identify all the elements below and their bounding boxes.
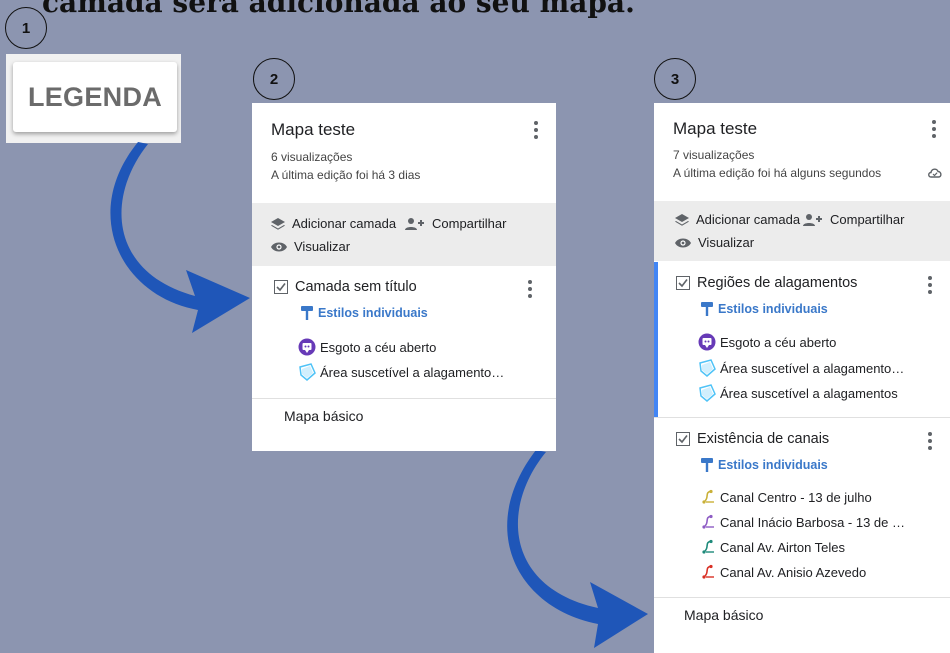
step-badge-3: 3 xyxy=(654,58,696,100)
step-badge-2: 2 xyxy=(253,58,295,100)
views-count: 7 visualizações xyxy=(673,148,755,162)
feature-item-label: Canal Centro - 13 de julho xyxy=(720,489,872,505)
individual-styles-link[interactable]: Estilos individuais xyxy=(700,301,828,317)
layer-menu-kebab-icon[interactable] xyxy=(928,432,932,453)
share-label: Compartilhar xyxy=(830,212,905,227)
legend-screenshot: LEGENDA xyxy=(6,54,181,143)
last-edited: A última edição foi há 3 dias xyxy=(271,168,421,182)
layers-icon xyxy=(271,217,285,230)
basemap-item[interactable]: Mapa básico xyxy=(284,408,363,424)
selected-layer-indicator xyxy=(654,262,658,417)
actions-bar: Adicionar camada Compartilhar Visualizar xyxy=(252,203,556,266)
preview-button[interactable]: Visualizar xyxy=(674,235,754,250)
paint-roller-icon xyxy=(701,302,713,316)
polygon-icon xyxy=(299,363,316,381)
layer-title-text: Regiões de alagamentos xyxy=(697,275,858,291)
feature-item[interactable]: Área suscetível a alagamento… xyxy=(698,359,904,377)
feature-item[interactable]: Canal Inácio Barbosa - 13 de … xyxy=(700,514,905,530)
feature-item[interactable]: Esgoto a céu aberto xyxy=(298,338,436,356)
slide-title: camada será adicionada ao seu mapa. xyxy=(42,0,635,19)
eye-icon xyxy=(675,238,691,247)
map-title[interactable]: Mapa teste xyxy=(271,120,355,140)
preview-button[interactable]: Visualizar xyxy=(270,239,350,254)
step-badge-1: 1 xyxy=(5,7,47,49)
feature-item-label: Canal Av. Anisio Azevedo xyxy=(720,564,867,580)
feature-item[interactable]: Área suscetível a alagamento… xyxy=(298,363,504,381)
layer-title[interactable]: Camada sem título xyxy=(274,279,417,295)
individual-styles-label: Estilos individuais xyxy=(318,306,428,320)
layer-menu-kebab-icon[interactable] xyxy=(528,280,532,301)
line-route-icon xyxy=(702,539,714,554)
actions-bar: Adicionar camada Compartilhar Visualizar xyxy=(654,201,950,261)
add-layer-label: Adicionar camada xyxy=(292,216,397,231)
feature-item-label: Área suscetível a alagamento… xyxy=(320,364,505,380)
sewer-marker-icon xyxy=(298,338,316,356)
feature-item[interactable]: Canal Centro - 13 de julho xyxy=(700,489,872,505)
individual-styles-label: Estilos individuais xyxy=(718,458,828,472)
layer-title-text: Existência de canais xyxy=(697,431,830,447)
feature-item[interactable]: Canal Av. Airton Teles xyxy=(700,539,845,555)
individual-styles-link[interactable]: Estilos individuais xyxy=(300,305,428,321)
paint-roller-icon xyxy=(301,306,313,320)
divider xyxy=(252,398,556,399)
cloud-saved-icon xyxy=(928,168,942,178)
add-layer-button[interactable]: Adicionar camada xyxy=(270,216,396,231)
layer-title-text: Camada sem título xyxy=(295,279,417,295)
person-add-icon xyxy=(803,213,822,226)
feature-item-label: Área suscetível a alagamento… xyxy=(720,360,905,376)
map-menu-kebab-icon[interactable] xyxy=(534,121,538,142)
person-add-icon xyxy=(405,217,424,230)
divider xyxy=(654,417,950,418)
feature-item-label: Canal Av. Airton Teles xyxy=(720,539,846,555)
layer-title[interactable]: Existência de canais xyxy=(676,431,829,447)
layers-icon xyxy=(675,213,689,226)
paint-roller-icon xyxy=(701,458,713,472)
map-panel-2: Mapa teste 6 visualizações A última ediç… xyxy=(252,103,556,451)
map-menu-kebab-icon[interactable] xyxy=(932,120,936,141)
views-count: 6 visualizações xyxy=(271,150,353,164)
feature-item-label: Canal Inácio Barbosa - 13 de … xyxy=(720,514,905,530)
feature-item-label: Área suscetível a alagamentos xyxy=(720,385,898,401)
sewer-marker-icon xyxy=(698,333,716,351)
layer-title[interactable]: Regiões de alagamentos xyxy=(676,275,857,291)
legend-button[interactable]: LEGENDA xyxy=(13,62,177,132)
map-panel-3: Mapa teste 7 visualizações A última ediç… xyxy=(654,103,950,653)
polygon-icon xyxy=(699,359,716,377)
feature-item[interactable]: Esgoto a céu aberto xyxy=(698,333,836,351)
curved-arrow-1-icon xyxy=(110,142,250,333)
feature-item-label: Esgoto a céu aberto xyxy=(720,334,837,350)
curved-arrow-2-icon xyxy=(507,450,648,648)
individual-styles-label: Estilos individuais xyxy=(718,302,828,316)
polygon-icon xyxy=(699,384,716,402)
checkbox-checked-icon[interactable] xyxy=(274,280,288,294)
share-label: Compartilhar xyxy=(432,216,507,231)
feature-item[interactable]: Área suscetível a alagamentos xyxy=(698,384,898,402)
line-route-icon xyxy=(702,489,714,504)
checkbox-checked-icon[interactable] xyxy=(676,276,690,290)
preview-label: Visualizar xyxy=(698,235,755,250)
divider xyxy=(654,597,950,598)
checkbox-checked-icon[interactable] xyxy=(676,432,690,446)
share-button[interactable]: Compartilhar xyxy=(404,216,506,231)
layer-menu-kebab-icon[interactable] xyxy=(928,276,932,297)
preview-label: Visualizar xyxy=(294,239,351,254)
eye-icon xyxy=(271,242,287,251)
add-layer-label: Adicionar camada xyxy=(696,212,801,227)
line-route-icon xyxy=(702,564,714,579)
map-title[interactable]: Mapa teste xyxy=(673,119,757,139)
share-button[interactable]: Compartilhar xyxy=(802,212,904,227)
feature-item[interactable]: Canal Av. Anisio Azevedo xyxy=(700,564,866,580)
feature-item-label: Esgoto a céu aberto xyxy=(320,339,437,355)
add-layer-button[interactable]: Adicionar camada xyxy=(674,212,800,227)
last-edited: A última edição foi há alguns segundos xyxy=(673,166,882,180)
basemap-item[interactable]: Mapa básico xyxy=(684,607,763,623)
line-route-icon xyxy=(702,514,714,529)
individual-styles-link[interactable]: Estilos individuais xyxy=(700,457,828,473)
